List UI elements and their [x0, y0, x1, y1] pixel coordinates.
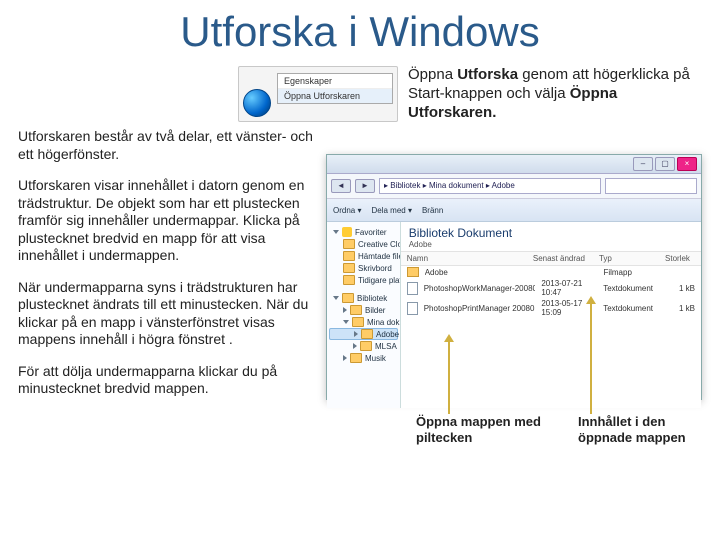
- folder-icon: [352, 317, 364, 327]
- folder-icon: [343, 275, 355, 285]
- file-row[interactable]: PhotoshopWorkManager-20080817-1... 2013-…: [401, 278, 701, 298]
- folder-icon: [361, 329, 373, 339]
- tree-item[interactable]: Tidigare platser: [329, 274, 398, 286]
- callout-folder-content: Innhållet i den öppnade mappen: [578, 414, 718, 445]
- tree-item[interactable]: Bilder: [329, 304, 398, 316]
- toolbar-share[interactable]: Dela med ▾: [371, 206, 411, 215]
- tree-item[interactable]: Musik: [329, 352, 398, 364]
- forward-button[interactable]: ►: [355, 179, 375, 193]
- content-area: Egenskaper Öppna Utforskaren Öppna Utfor…: [0, 66, 720, 398]
- arrow-icon: [448, 340, 450, 414]
- tree-libraries[interactable]: Bibliotek: [329, 292, 398, 304]
- folder-icon: [342, 293, 354, 303]
- arrow-icon: [590, 302, 592, 414]
- folder-icon: [343, 263, 355, 273]
- file-icon: [407, 282, 418, 295]
- folder-icon: [350, 353, 362, 363]
- menu-item-open-explorer[interactable]: Öppna Utforskaren: [278, 89, 392, 103]
- page-title: Utforska i Windows: [0, 8, 720, 56]
- file-row[interactable]: PhotoshopPrintManager 20080517 150908 20…: [401, 298, 701, 318]
- start-orb-icon[interactable]: [243, 89, 271, 117]
- folder-icon: [343, 239, 355, 249]
- instruction-text: Öppna Utforska genom att högerklicka på …: [408, 66, 708, 122]
- folder-icon: [350, 305, 362, 315]
- folder-icon: [407, 267, 419, 277]
- folder-icon: [360, 341, 372, 351]
- close-button[interactable]: ×: [677, 157, 697, 171]
- address-bar: ◄ ► ▸ Bibliotek ▸ Mina dokument ▸ Adobe: [327, 174, 701, 199]
- search-field[interactable]: [605, 178, 697, 194]
- toolbar-organize[interactable]: Ordna ▾: [333, 206, 361, 215]
- back-button[interactable]: ◄: [331, 179, 351, 193]
- tree-pane: Favoriter Creative Cloud Fi Hämtade file…: [327, 222, 401, 408]
- window-titlebar: – ▢ ×: [327, 155, 701, 174]
- tree-item[interactable]: Mina dokument: [329, 316, 398, 328]
- paragraph-3: När undermapparna syns i trädstrukturen …: [18, 279, 328, 349]
- file-row[interactable]: Adobe Filmapp: [401, 266, 701, 278]
- tree-item[interactable]: Hämtade filer: [329, 250, 398, 262]
- tree-favorites[interactable]: Favoriter: [329, 226, 398, 238]
- tree-item[interactable]: MLSA: [329, 340, 398, 352]
- paragraph-2: Utforskaren visar innehållet i datorn ge…: [18, 177, 328, 265]
- file-pane: Bibliotek Dokument Adobe Namn Senast änd…: [401, 222, 701, 408]
- toolbar-burn[interactable]: Bränn: [422, 206, 443, 215]
- address-field[interactable]: ▸ Bibliotek ▸ Mina dokument ▸ Adobe: [379, 178, 601, 194]
- maximize-button[interactable]: ▢: [655, 157, 675, 171]
- context-menu-figure: Egenskaper Öppna Utforskaren: [238, 66, 398, 122]
- explorer-body: Favoriter Creative Cloud Fi Hämtade file…: [327, 222, 701, 408]
- tree-item-adobe[interactable]: Adobe: [329, 328, 398, 340]
- column-headers[interactable]: Namn Senast ändrad Typ Storlek: [401, 251, 701, 266]
- star-icon: [342, 227, 352, 237]
- explorer-window: – ▢ × ◄ ► ▸ Bibliotek ▸ Mina dokument ▸ …: [326, 154, 702, 400]
- library-header: Bibliotek Dokument Adobe: [401, 222, 701, 251]
- tree-item[interactable]: Creative Cloud Fi: [329, 238, 398, 250]
- explorer-toolbar: Ordna ▾ Dela med ▾ Bränn: [327, 199, 701, 222]
- paragraph-1: Utforskaren består av två delar, ett vän…: [18, 128, 328, 163]
- paragraph-4: För att dölja undermapparna klickar du p…: [18, 363, 328, 398]
- folder-icon: [343, 251, 355, 261]
- file-icon: [407, 302, 418, 315]
- callout-open-folder: Öppna mappen med piltecken: [416, 414, 556, 445]
- context-menu: Egenskaper Öppna Utforskaren: [277, 73, 393, 104]
- minimize-button[interactable]: –: [633, 157, 653, 171]
- menu-item-properties[interactable]: Egenskaper: [278, 74, 392, 89]
- tree-item[interactable]: Skrivbord: [329, 262, 398, 274]
